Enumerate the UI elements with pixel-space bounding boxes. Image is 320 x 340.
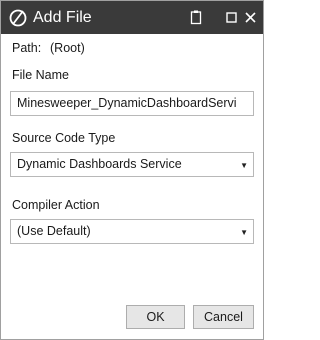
file-name-value: Minesweeper_DynamicDashboardServi — [17, 96, 237, 110]
maximize-icon[interactable] — [224, 9, 240, 25]
app-logo-icon — [9, 9, 27, 27]
file-name-label: File Name — [12, 68, 69, 82]
title-bar[interactable]: Add File — [1, 1, 263, 34]
source-code-type-label: Source Code Type — [12, 131, 116, 145]
close-icon[interactable] — [243, 9, 259, 25]
dialog-title: Add File — [33, 9, 92, 26]
add-file-dialog: Add File Path: (Root) File Name Mineswee… — [0, 0, 264, 340]
dropdown-arrow-icon: ▼ — [240, 161, 248, 170]
source-code-type-value: Dynamic Dashboards Service — [17, 157, 182, 171]
path-value: (Root) — [50, 41, 85, 55]
file-name-input[interactable]: Minesweeper_DynamicDashboardServi — [10, 91, 254, 116]
dropdown-arrow-icon: ▼ — [240, 228, 248, 237]
compiler-action-value: (Use Default) — [17, 224, 91, 238]
source-code-type-select[interactable]: Dynamic Dashboards Service ▼ — [10, 152, 254, 177]
compiler-action-select[interactable]: (Use Default) ▼ — [10, 219, 254, 244]
clipboard-icon[interactable] — [188, 9, 204, 25]
ok-button[interactable]: OK — [126, 305, 185, 329]
compiler-action-label: Compiler Action — [12, 198, 100, 212]
path-label: Path: — [12, 41, 42, 55]
cancel-button[interactable]: Cancel — [193, 305, 254, 329]
